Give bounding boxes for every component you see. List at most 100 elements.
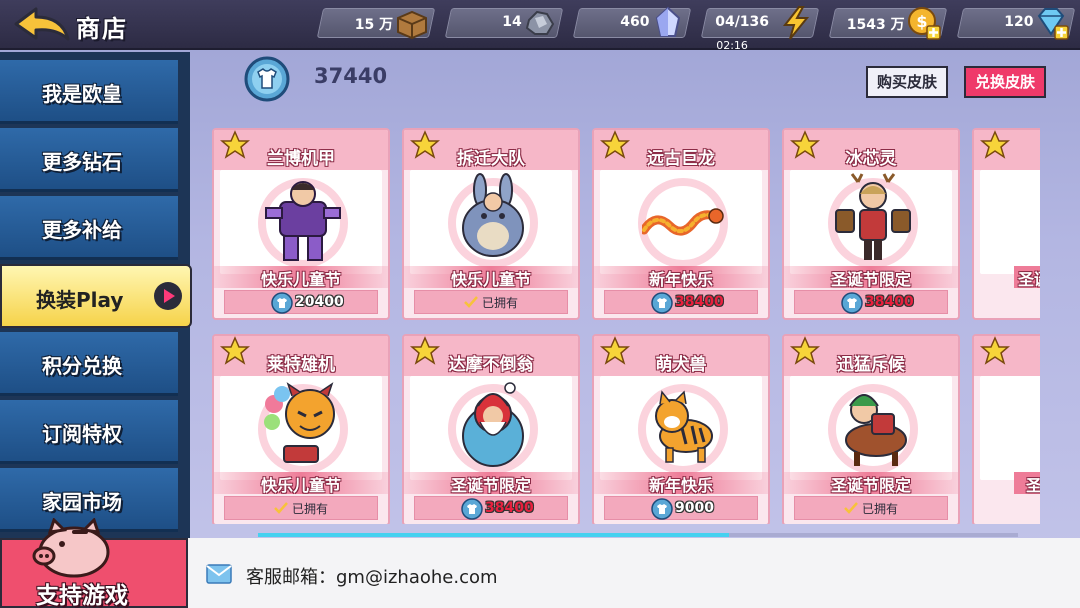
star-icon (980, 130, 1010, 159)
skin-card[interactable]: 莱特雄机 快乐儿童节 已拥有 (212, 334, 390, 524)
shirt-token-icon (244, 56, 290, 102)
resource-iron-value: 14 (501, 14, 522, 30)
points-balance: 37440 (314, 64, 388, 88)
wood-crate-icon (397, 10, 427, 40)
resource-crystal: 460 (572, 6, 692, 38)
support-game-button[interactable]: 支持游戏 (0, 518, 188, 608)
shop-screen: 商店 15 万 14 460 04/136 02:16 1543 万 $ 120… (0, 0, 1080, 608)
skin-owned: 已拥有 (224, 496, 378, 520)
top-bar: 商店 15 万 14 460 04/136 02:16 1543 万 $ 120 (0, 0, 1080, 52)
skin-event: 新年快乐 (594, 266, 768, 289)
skin-price-value: 38400 (865, 294, 914, 310)
sidebar-item-label: 家园市场 (42, 490, 122, 514)
sidebar-item-points-exchange[interactable]: 积分兑换 (0, 332, 178, 396)
balloon-devil-skin-image (264, 382, 335, 463)
shirt-token-icon (651, 292, 673, 314)
skin-price[interactable]: 38400 (414, 496, 568, 520)
santa-tumbler-skin-image (462, 382, 524, 467)
iron-ore-icon (525, 10, 555, 35)
owned-label: 已拥有 (861, 502, 898, 516)
resource-iron: 14 (444, 8, 564, 38)
sidebar-item-label: 更多补给 (42, 218, 122, 242)
skin-name: 萌犬兽 (655, 355, 707, 375)
footer-bar: 客服邮箱：gm@izhaohe.com (188, 538, 1080, 608)
energy-timer: 02:16 (716, 39, 748, 52)
shirt-token-icon (651, 498, 673, 520)
sidebar-item-lucky[interactable]: 我是欧皇 (0, 60, 178, 124)
resource-energy: 04/136 02:16 (700, 6, 820, 52)
dragon-skin-image (642, 208, 724, 236)
resource-gold: 1543 万 $ (828, 6, 948, 40)
skin-card[interactable]: 迅猛斥候 圣诞节限定 已拥有 (782, 334, 960, 524)
star-icon (980, 336, 1010, 365)
skin-card[interactable]: 萌犬兽 新年快乐 9000 (592, 334, 770, 524)
resource-energy-value: 04/136 (715, 14, 770, 30)
page-title: 商店 (76, 15, 128, 43)
skin-price[interactable]: 9000 (604, 496, 758, 520)
sidebar-item-label: 换装Play (36, 288, 124, 312)
skin-price[interactable]: 38400 (794, 290, 948, 314)
resource-diamond-value: 120 (1003, 14, 1034, 30)
shirt-token-icon (841, 292, 863, 314)
skin-price[interactable]: 38400 (604, 290, 758, 314)
skin-card-partial[interactable]: 魔 圣诞 (972, 128, 1040, 320)
gold-coin-plus-icon[interactable]: $ (907, 6, 941, 40)
support-game-label: 支持游戏 (36, 583, 128, 608)
exchange-skin-button[interactable]: 兑换皮肤 (964, 66, 1047, 98)
reindeer-girl-skin-image (835, 173, 911, 260)
skin-name: 远古巨龙 (647, 149, 715, 169)
bunny-skin-image (462, 173, 524, 257)
piggy-bank-icon (32, 518, 110, 578)
sidebar-item-skins[interactable]: 换装Play (0, 264, 192, 328)
skin-event: 圣诞节限定 (404, 472, 578, 495)
owned-label: 已拥有 (291, 502, 328, 516)
skin-event: 圣 (1014, 472, 1040, 495)
sidebar-item-supplies[interactable]: 更多补给 (0, 196, 178, 260)
sidebar-item-diamonds[interactable]: 更多钻石 (0, 128, 178, 192)
skin-card[interactable]: 达摩不倒翁 圣诞节限定 38400 (402, 334, 580, 524)
check-icon (274, 502, 288, 514)
back-arrow-icon[interactable] (12, 6, 72, 42)
skin-card[interactable]: 拆迁大队 快乐儿童节 已拥有 (402, 128, 580, 320)
sidebar-item-subscription[interactable]: 订阅特权 (0, 400, 178, 464)
scroll-thumb[interactable] (258, 533, 729, 537)
resource-wood: 15 万 (316, 8, 436, 40)
skin-price-value: 38400 (485, 500, 534, 516)
skin-card[interactable]: 兰博机甲 快乐儿童节 20400 (212, 128, 390, 320)
skin-price[interactable]: 20400 (224, 290, 378, 314)
sidebar-item-label: 积分兑换 (42, 354, 122, 378)
owned-label: 已拥有 (481, 296, 518, 310)
skin-owned: 已拥有 (794, 496, 948, 520)
skin-event: 圣诞节限定 (784, 472, 958, 495)
play-arrow-icon (154, 282, 182, 310)
skin-card[interactable]: 远古巨龙 新年快乐 38400 (592, 128, 770, 320)
sidebar-item-label: 我是欧皇 (42, 82, 122, 106)
skin-price-value: 9000 (675, 500, 714, 516)
check-icon (464, 296, 478, 308)
skin-card[interactable]: 冰芯灵 圣诞节限定 38400 (782, 128, 960, 320)
skin-owned: 已拥有 (414, 290, 568, 314)
skin-event: 快乐儿童节 (214, 472, 388, 495)
skin-name: 迅猛斥候 (837, 355, 905, 375)
resource-gold-value: 1543 万 (846, 17, 905, 33)
svg-text:$: $ (916, 12, 927, 31)
skin-name: 冰芯灵 (845, 149, 897, 169)
skin-event: 圣诞 (1014, 266, 1040, 289)
skin-name: 拆迁大队 (457, 149, 525, 169)
mail-icon (206, 564, 232, 584)
skin-grid: 兰博机甲 快乐儿童节 20400 拆迁大队 快乐儿童节 已拥有 远古巨龙 新年快… (204, 124, 1040, 524)
skin-event: 快乐儿童节 (404, 266, 578, 289)
skin-name: 兰博机甲 (267, 149, 335, 169)
resource-wood-value: 15 万 (354, 17, 393, 33)
skin-event: 圣诞节限定 (784, 266, 958, 289)
sidebar-item-label: 订阅特权 (42, 422, 122, 446)
skin-name: 达摩不倒翁 (448, 355, 534, 375)
shirt-token-icon (461, 498, 483, 520)
mech-skin-image (265, 181, 341, 261)
skin-card-partial[interactable]: 牛 圣 (972, 334, 1040, 524)
diamond-plus-icon[interactable] (1035, 6, 1069, 40)
buy-skin-button[interactable]: 购买皮肤 (866, 66, 949, 98)
support-email: 客服邮箱：gm@izhaohe.com (246, 567, 498, 588)
resource-diamond: 120 (956, 6, 1076, 40)
sidebar-item-label: 更多钻石 (42, 150, 122, 174)
